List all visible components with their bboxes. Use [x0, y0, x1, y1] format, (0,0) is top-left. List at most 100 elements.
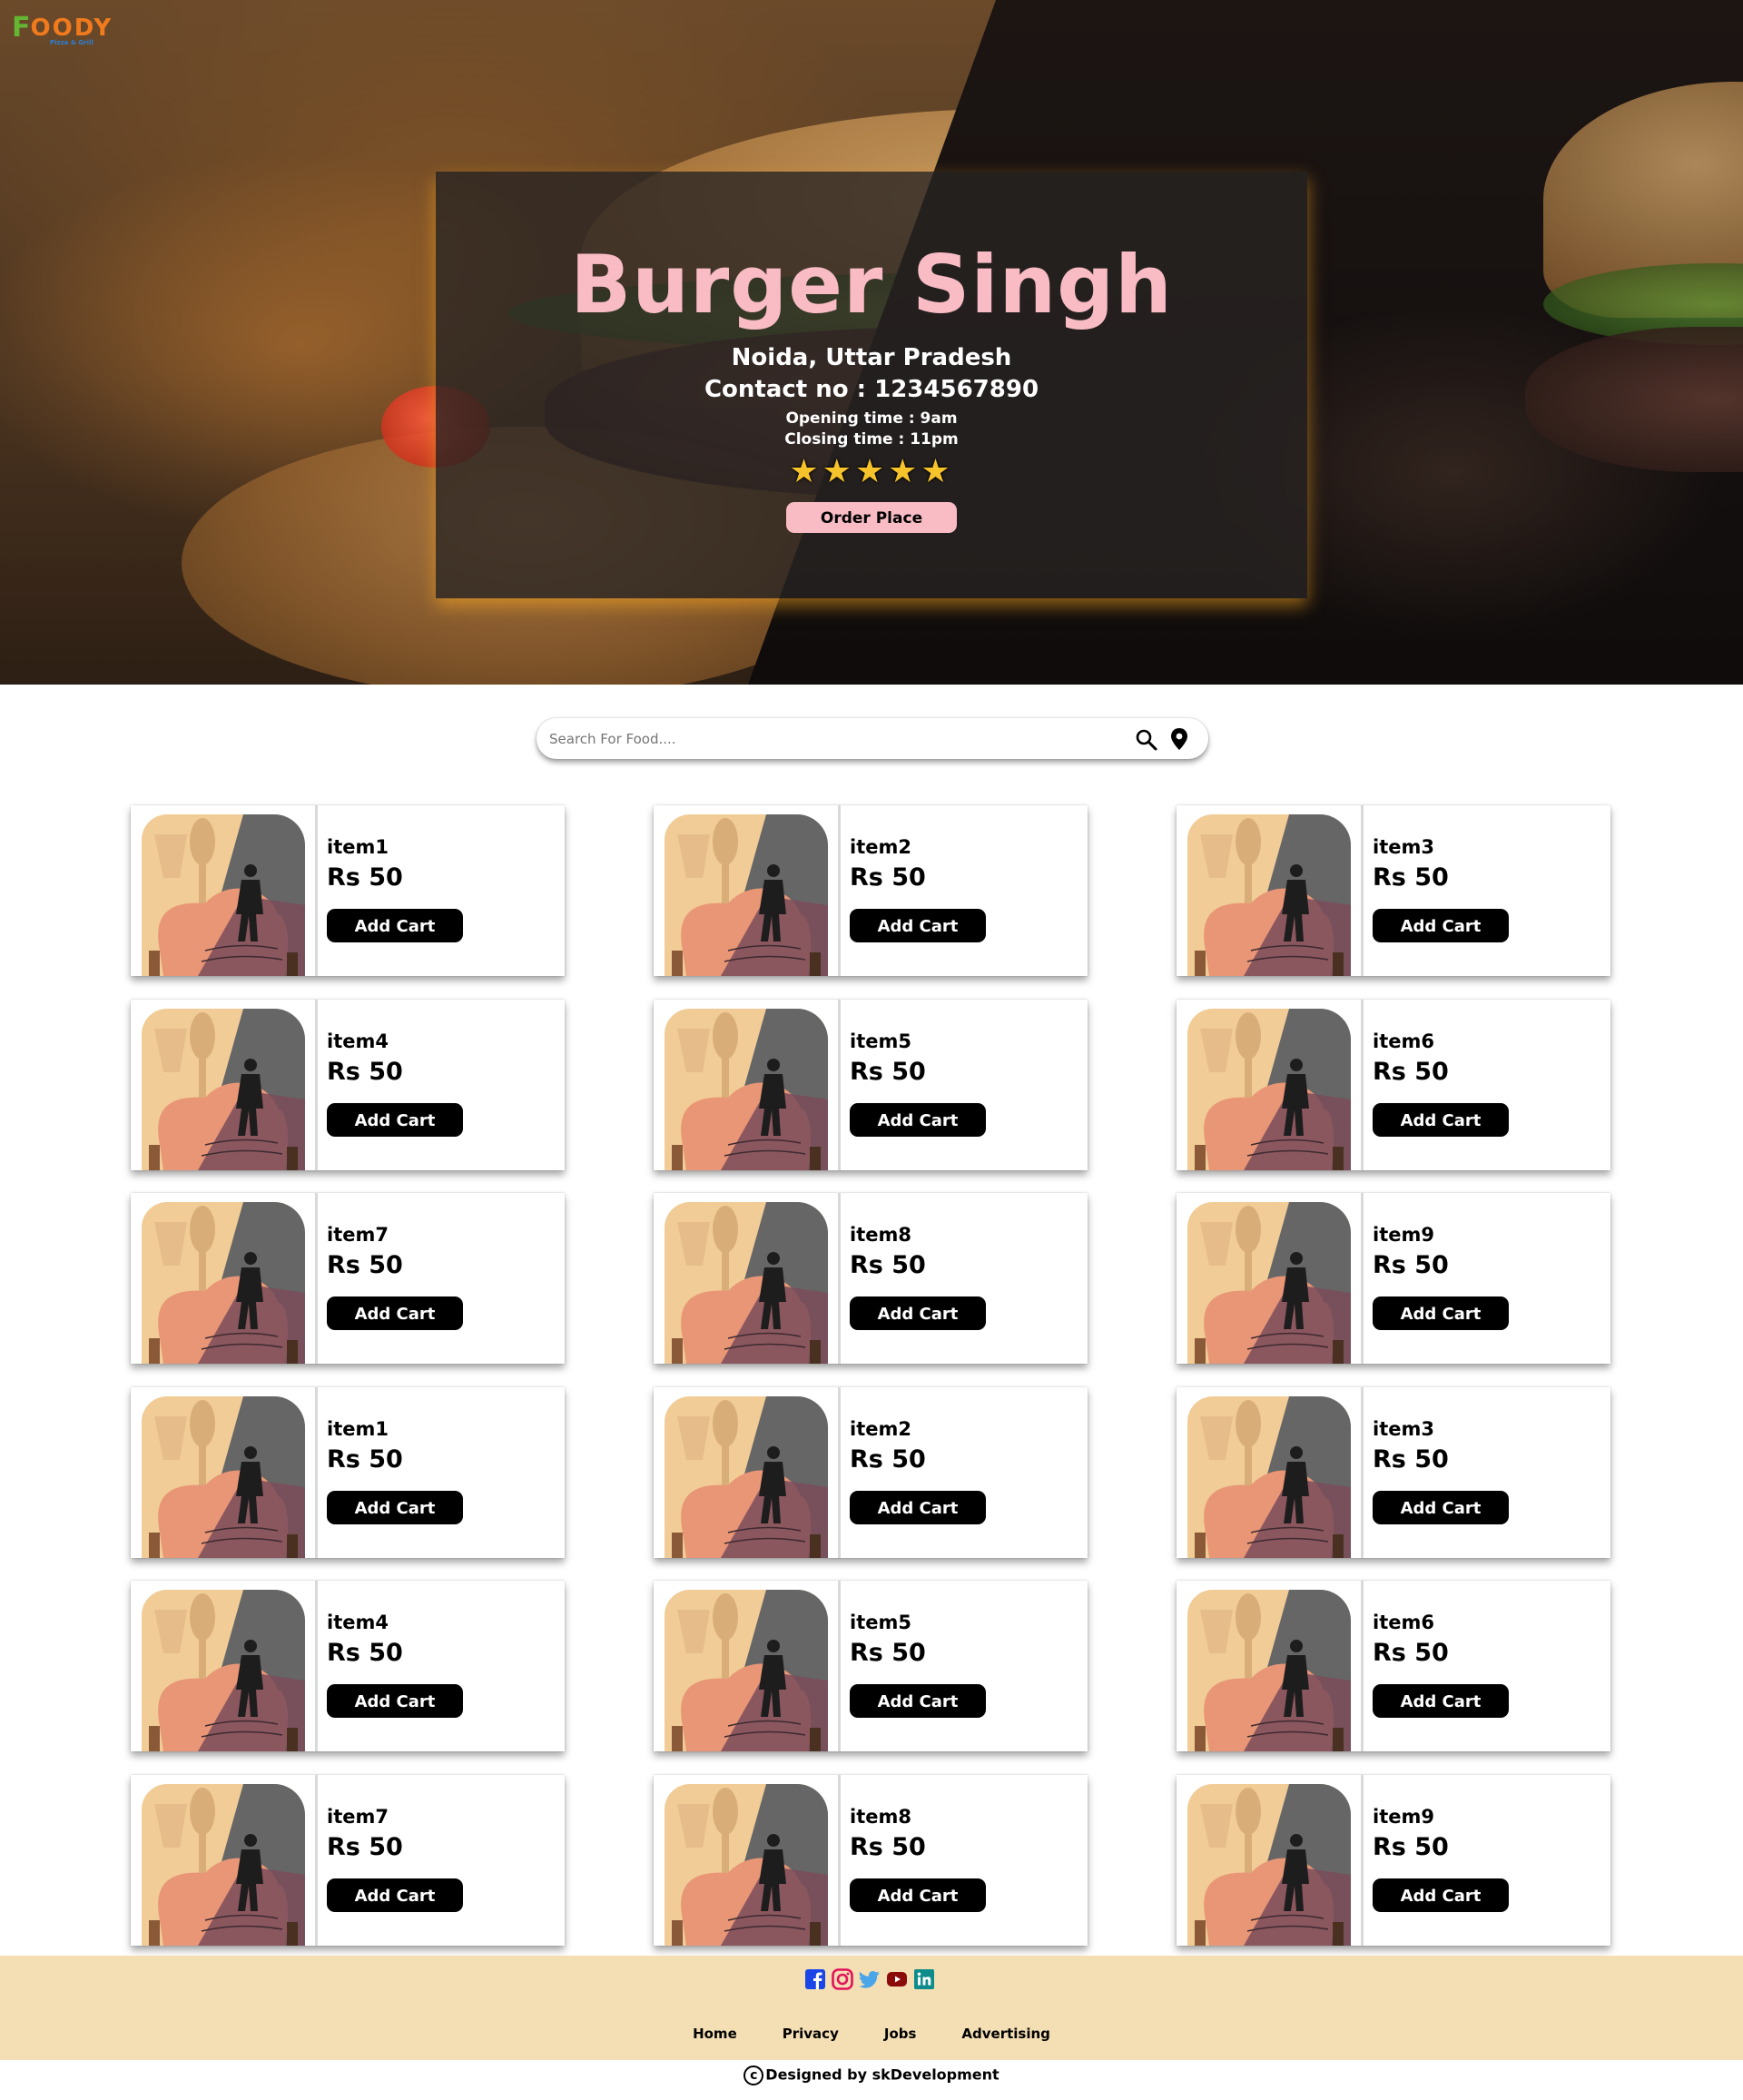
copyright-icon: c	[743, 2065, 764, 2085]
menu-item-card: item1 Rs 50 Add Cart	[131, 1387, 565, 1558]
search-icon[interactable]	[1135, 728, 1158, 752]
card-divider	[1361, 805, 1364, 976]
add-cart-button[interactable]: Add Cart	[327, 1296, 463, 1330]
food-thumbnail-image	[1187, 1590, 1351, 1751]
item-price: Rs 50	[850, 1445, 926, 1474]
food-thumbnail-image	[142, 1590, 305, 1751]
add-cart-button[interactable]: Add Cart	[850, 1103, 986, 1137]
add-cart-button[interactable]: Add Cart	[1373, 909, 1509, 942]
food-thumbnail-image	[142, 1784, 305, 1946]
item-price: Rs 50	[850, 1058, 926, 1086]
menu-item-card: item8 Rs 50 Add Cart	[654, 1775, 1088, 1946]
menu-item-card: item4 Rs 50 Add Cart	[131, 1581, 565, 1751]
menu-item-card: item9 Rs 50 Add Cart	[1177, 1775, 1610, 1946]
restaurant-info-panel: Burger Singh Noida, Uttar Pradesh Contac…	[436, 172, 1307, 598]
facebook-icon[interactable]	[804, 1968, 826, 1990]
menu-item-card: item5 Rs 50 Add Cart	[654, 1581, 1088, 1751]
restaurant-location: Noida, Uttar Pradesh	[731, 344, 1012, 371]
food-thumbnail	[665, 1784, 828, 1946]
add-cart-button[interactable]: Add Cart	[850, 1296, 986, 1330]
item-price: Rs 50	[327, 1833, 403, 1861]
item-name: item4	[327, 1030, 389, 1052]
food-thumbnail-image	[142, 1009, 305, 1170]
logo-leaf: F	[12, 12, 31, 44]
menu-item-card: item8 Rs 50 Add Cart	[654, 1193, 1088, 1364]
item-name: item5	[850, 1612, 911, 1633]
menu-item-card: item7 Rs 50 Add Cart	[131, 1193, 565, 1364]
add-cart-button[interactable]: Add Cart	[327, 1684, 463, 1718]
food-thumbnail-image	[665, 814, 828, 976]
item-name: item8	[850, 1224, 911, 1246]
item-price: Rs 50	[1373, 1833, 1449, 1861]
item-price: Rs 50	[1373, 1445, 1449, 1474]
food-thumbnail-image	[1187, 1202, 1351, 1364]
food-thumbnail	[665, 814, 828, 976]
add-cart-button[interactable]: Add Cart	[850, 909, 986, 942]
restaurant-name: Burger Singh	[570, 238, 1173, 331]
menu-item-card: item2 Rs 50 Add Cart	[654, 1387, 1088, 1558]
item-price: Rs 50	[327, 1058, 403, 1086]
footer-link-privacy[interactable]: Privacy	[783, 2026, 839, 2042]
card-divider	[315, 805, 318, 976]
food-thumbnail-image	[665, 1202, 828, 1364]
item-name: item6	[1373, 1030, 1434, 1052]
card-divider	[315, 1387, 318, 1558]
search-input[interactable]	[547, 725, 1092, 753]
linkedin-icon[interactable]	[913, 1968, 935, 1990]
food-thumbnail	[1187, 1396, 1351, 1558]
add-cart-button[interactable]: Add Cart	[327, 1103, 463, 1137]
food-thumbnail-image	[142, 1396, 305, 1558]
item-name: item4	[327, 1612, 389, 1633]
item-name: item1	[327, 836, 389, 858]
footer-link-home[interactable]: Home	[693, 2026, 737, 2042]
item-price: Rs 50	[850, 863, 926, 892]
food-thumbnail	[1187, 1202, 1351, 1364]
add-cart-button[interactable]: Add Cart	[327, 909, 463, 942]
menu-item-card: item9 Rs 50 Add Cart	[1177, 1193, 1610, 1364]
card-divider	[1361, 1387, 1364, 1558]
closing-time: Closing time : 11pm	[784, 430, 959, 449]
footer-link-jobs[interactable]: Jobs	[884, 2026, 917, 2042]
add-cart-button[interactable]: Add Cart	[850, 1878, 986, 1912]
menu-item-card: item4 Rs 50 Add Cart	[131, 1000, 565, 1170]
twitter-icon[interactable]	[859, 1968, 881, 1990]
food-thumbnail-image	[142, 814, 305, 976]
opening-time: Opening time : 9am	[785, 409, 958, 428]
add-cart-button[interactable]: Add Cart	[1373, 1296, 1509, 1330]
add-cart-button[interactable]: Add Cart	[1373, 1491, 1509, 1524]
order-place-button[interactable]: Order Place	[786, 502, 957, 533]
card-divider	[838, 1193, 841, 1364]
item-price: Rs 50	[850, 1251, 926, 1279]
location-pin-icon[interactable]	[1169, 727, 1189, 751]
food-thumbnail-image	[1187, 1396, 1351, 1558]
food-thumbnail-image	[665, 1590, 828, 1751]
site-logo[interactable]: F OODY Pizza & Grill	[12, 8, 130, 48]
add-cart-button[interactable]: Add Cart	[850, 1491, 986, 1524]
item-name: item9	[1373, 1224, 1434, 1246]
add-cart-button[interactable]: Add Cart	[327, 1878, 463, 1912]
item-name: item5	[850, 1030, 911, 1052]
item-name: item7	[327, 1806, 389, 1828]
footer-link-advertising[interactable]: Advertising	[961, 2026, 1050, 2042]
item-name: item8	[850, 1806, 911, 1828]
food-thumbnail-image	[1187, 1009, 1351, 1170]
add-cart-button[interactable]: Add Cart	[1373, 1103, 1509, 1137]
instagram-icon[interactable]	[832, 1968, 853, 1990]
food-thumbnail-image	[665, 1009, 828, 1170]
food-thumbnail	[142, 814, 305, 976]
item-price: Rs 50	[1373, 1251, 1449, 1279]
add-cart-button[interactable]: Add Cart	[850, 1684, 986, 1718]
add-cart-button[interactable]: Add Cart	[327, 1491, 463, 1524]
card-divider	[315, 1000, 318, 1170]
item-price: Rs 50	[327, 1251, 403, 1279]
menu-item-card: item6 Rs 50 Add Cart	[1177, 1581, 1610, 1751]
card-divider	[315, 1193, 318, 1364]
add-cart-button[interactable]: Add Cart	[1373, 1878, 1509, 1912]
credits-line: c Designed by skDevelopment	[0, 2065, 1743, 2085]
item-name: item7	[327, 1224, 389, 1246]
footer: Home Privacy Jobs Advertising	[0, 1956, 1743, 2060]
add-cart-button[interactable]: Add Cart	[1373, 1684, 1509, 1718]
social-links	[804, 1968, 935, 1990]
youtube-icon[interactable]	[886, 1968, 908, 1990]
item-price: Rs 50	[327, 1639, 403, 1667]
